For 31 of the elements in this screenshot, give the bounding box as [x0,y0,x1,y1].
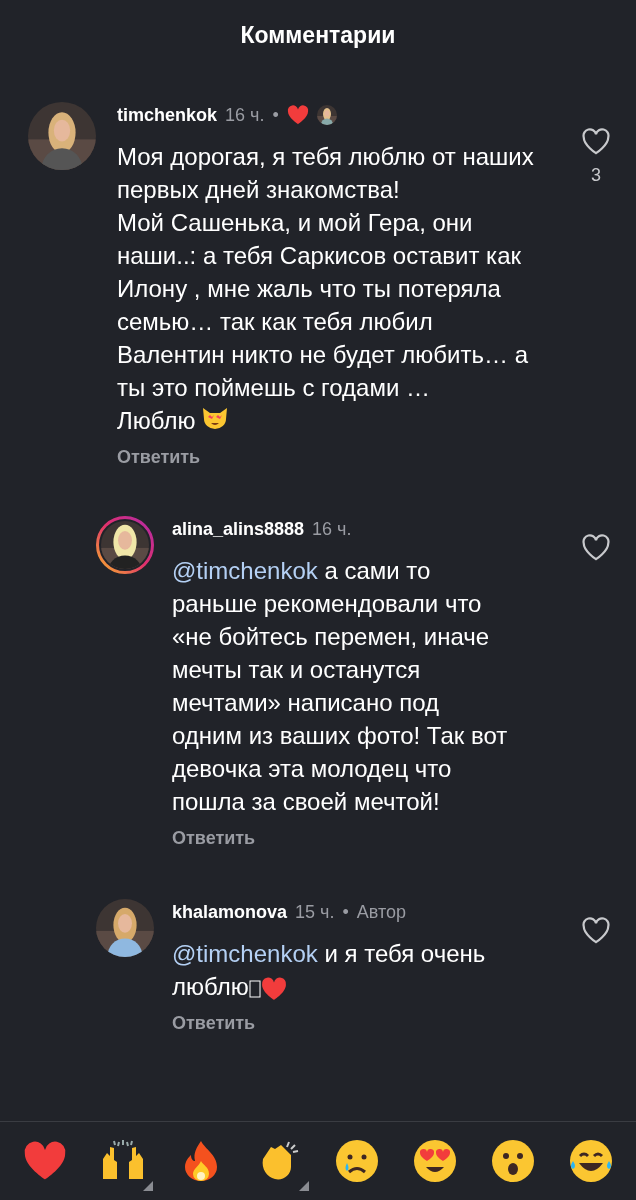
heart-icon [260,975,287,1002]
like-icon[interactable] [581,128,611,155]
like-icon[interactable] [581,534,611,561]
laughing-face-icon [569,1139,613,1183]
separator-dot: • [342,901,349,923]
missing-glyph-icon [248,977,261,1000]
reply-link[interactable]: Ответить [117,447,201,468]
page-title: Комментарии [240,21,396,49]
like-icon[interactable] [581,917,611,944]
username[interactable]: timchenkok [117,104,218,126]
corner-triangle-icon [299,1181,309,1191]
username[interactable]: alina_alins8888 [172,518,305,540]
author-label: Автор [356,901,406,923]
surprised-face-icon [491,1139,535,1183]
reply-link[interactable]: Ответить [172,828,256,849]
username[interactable]: khalamonova [172,901,288,923]
comment-time: 16 ч. [312,518,352,540]
author-like-heart-icon [286,104,309,126]
heart-eyes-face-icon [413,1139,457,1183]
reply-text: @timchenkok а сами то раньше рекомендовали что «не бойтесь перемен, иначе мечты так и останутся мечтами» написано под одним из ваших фото! Так вот девочка эта молодец что пошла за своей мечтой! [172,556,509,817]
cat-face-icon [201,406,230,432]
comment-time: 16 ч. [225,104,265,126]
comment-time: 15 ч. [295,901,335,923]
like-count: 3 [591,165,601,186]
corner-triangle-icon [143,1181,153,1191]
separator-dot: • [272,104,279,126]
reply-link[interactable]: Ответить [172,1013,256,1034]
reply-text: @timchenkok и я тебя очень люблю [172,939,487,1003]
fire-icon [182,1139,220,1183]
crying-face-icon [335,1139,379,1183]
comment-text: Моя дорогая, я тебя люблю от наших первых дней знакомства! Мой Сашенька, и мой Гера, они наши..: а тебя Саркисов оставит как Илону , мне жаль что ты потеряла семью… так как тебя любил Валентин никто не будет любить… а ты это поймешь с годами … Люблю [117,142,535,436]
